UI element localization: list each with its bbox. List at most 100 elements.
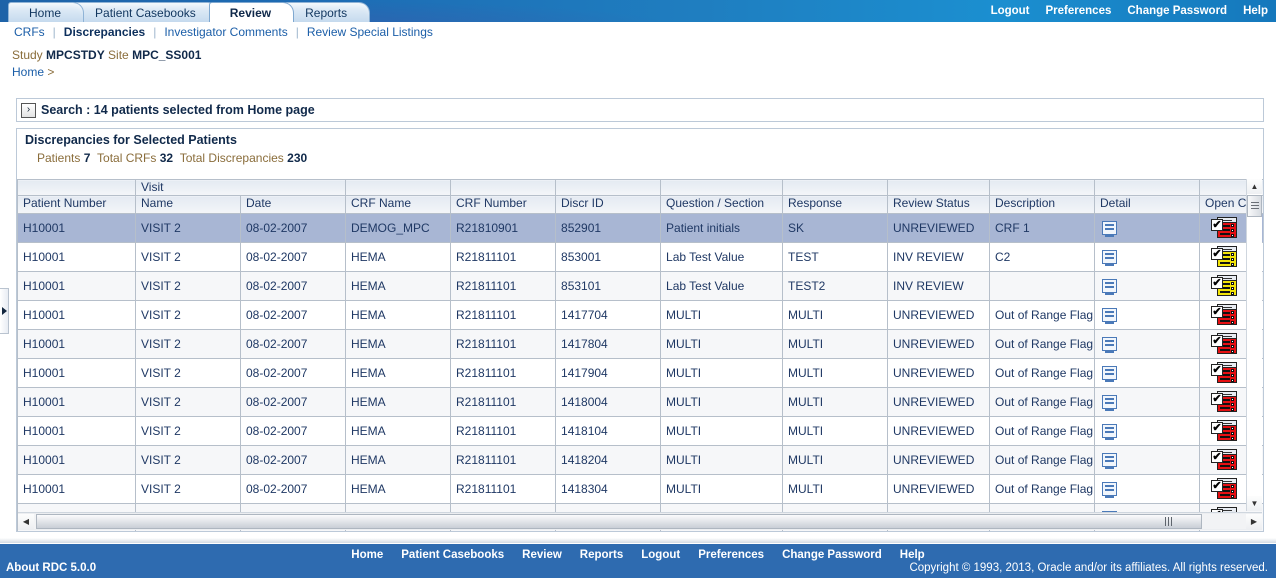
cell-response: MULTI bbox=[783, 417, 888, 446]
footer-review[interactable]: Review bbox=[522, 549, 562, 561]
cell-question: MULTI bbox=[661, 388, 783, 417]
cell-detail bbox=[1095, 330, 1200, 359]
cell-crf-name: HEMA bbox=[346, 388, 451, 417]
open-crf-icon[interactable]: ✔ bbox=[1211, 217, 1237, 239]
detail-form-icon[interactable] bbox=[1102, 337, 1117, 351]
horizontal-scrollbar[interactable]: ◀ ▶ bbox=[18, 512, 1262, 530]
cell-patient: H10001 bbox=[18, 388, 136, 417]
horizontal-scrollbar-thumb[interactable] bbox=[36, 514, 1202, 529]
vertical-scrollbar[interactable]: ▲ ▼ bbox=[1246, 179, 1262, 511]
column-header-detail[interactable]: Detail bbox=[1095, 196, 1200, 214]
panel-header: Discrepancies for Selected Patients Pati… bbox=[17, 129, 1263, 170]
detail-form-icon[interactable] bbox=[1102, 279, 1117, 293]
open-crf-icon[interactable]: ✔ bbox=[1211, 333, 1237, 355]
search-expand-button[interactable]: › bbox=[21, 103, 36, 118]
footer-logout[interactable]: Logout bbox=[641, 549, 680, 561]
column-header-date[interactable]: Date bbox=[241, 196, 346, 214]
group-blank-response bbox=[783, 180, 888, 196]
detail-form-icon[interactable] bbox=[1102, 250, 1117, 264]
topnav-logout[interactable]: Logout bbox=[991, 5, 1030, 17]
footer-preferences[interactable]: Preferences bbox=[698, 549, 764, 561]
vertical-scrollbar-thumb[interactable] bbox=[1247, 195, 1262, 217]
cell-response: TEST bbox=[783, 243, 888, 272]
breadcrumb-home[interactable]: Home bbox=[12, 65, 44, 79]
subnav-discrepancies[interactable]: Discrepancies bbox=[56, 25, 153, 39]
open-crf-icon[interactable]: ✔ bbox=[1211, 420, 1237, 442]
tab-review[interactable]: Review bbox=[209, 2, 294, 22]
discrepancies-table: Visit Patient NumberNameDateCRF NameCRF … bbox=[17, 179, 1263, 531]
column-header-crf-name[interactable]: CRF Name bbox=[346, 196, 451, 214]
topnav-change-password[interactable]: Change Password bbox=[1127, 5, 1227, 17]
tab-reports[interactable]: Reports bbox=[284, 2, 370, 22]
subnav-review-special-listings[interactable]: Review Special Listings bbox=[299, 25, 441, 39]
open-crf-icon[interactable]: ✔ bbox=[1211, 391, 1237, 413]
table-row[interactable]: H10001VISIT 208-02-2007HEMAR218111011417… bbox=[18, 301, 1264, 330]
cell-status: UNREVIEWED bbox=[888, 475, 990, 504]
horizontal-scrollbar-track[interactable] bbox=[34, 514, 1246, 529]
column-header-review-status[interactable]: Review Status bbox=[888, 196, 990, 214]
subnav-crfs[interactable]: CRFs bbox=[6, 25, 53, 39]
open-crf-icon[interactable]: ✔ bbox=[1211, 362, 1237, 384]
primary-tabs: HomePatient CasebooksReviewReports bbox=[8, 0, 360, 22]
about-rdc-link[interactable]: About RDC 5.0.0 bbox=[6, 562, 96, 574]
tab-home[interactable]: Home bbox=[8, 2, 84, 22]
table-row[interactable]: H10001VISIT 208-02-2007HEMAR218111018530… bbox=[18, 243, 1264, 272]
column-header-crf-number[interactable]: CRF Number bbox=[451, 196, 556, 214]
cell-visit-date: 08-02-2007 bbox=[241, 359, 346, 388]
scroll-up-arrow-icon[interactable]: ▲ bbox=[1247, 179, 1262, 194]
detail-form-icon[interactable] bbox=[1102, 221, 1117, 235]
column-header-patient-number[interactable]: Patient Number bbox=[18, 196, 136, 214]
cell-visit-date: 08-02-2007 bbox=[241, 214, 346, 243]
table-row[interactable]: H10001VISIT 208-02-2007HEMAR218111011418… bbox=[18, 475, 1264, 504]
table-row[interactable]: H10001VISIT 208-02-2007HEMAR218111011418… bbox=[18, 446, 1264, 475]
footer-help[interactable]: Help bbox=[900, 549, 925, 561]
open-crf-icon[interactable]: ✔ bbox=[1211, 449, 1237, 471]
footer-home[interactable]: Home bbox=[351, 549, 383, 561]
open-crf-icon[interactable]: ✔ bbox=[1211, 275, 1237, 297]
open-crf-icon[interactable]: ✔ bbox=[1211, 246, 1237, 268]
column-header-question-section[interactable]: Question / Section bbox=[661, 196, 783, 214]
scroll-down-arrow-icon[interactable]: ▼ bbox=[1247, 496, 1262, 511]
footer-reports[interactable]: Reports bbox=[580, 549, 623, 561]
cell-crf-number: R21811101 bbox=[451, 243, 556, 272]
detail-form-icon[interactable] bbox=[1102, 395, 1117, 409]
cell-crf-name: HEMA bbox=[346, 301, 451, 330]
cell-status: UNREVIEWED bbox=[888, 388, 990, 417]
detail-form-icon[interactable] bbox=[1102, 366, 1117, 380]
detail-form-icon[interactable] bbox=[1102, 453, 1117, 467]
open-crf-icon[interactable]: ✔ bbox=[1211, 304, 1237, 326]
cell-discr-id: 1418004 bbox=[556, 388, 661, 417]
detail-form-icon[interactable] bbox=[1102, 482, 1117, 496]
open-crf-icon[interactable]: ✔ bbox=[1211, 478, 1237, 500]
top-banner: HomePatient CasebooksReviewReports Logou… bbox=[0, 0, 1276, 22]
column-header-description[interactable]: Description bbox=[990, 196, 1095, 214]
column-header-name[interactable]: Name bbox=[136, 196, 241, 214]
count-label: Total Discrepancies bbox=[180, 151, 284, 165]
cell-visit-date: 08-02-2007 bbox=[241, 475, 346, 504]
sidebar-expand-handle[interactable] bbox=[0, 288, 9, 334]
table-row[interactable]: H10001VISIT 208-02-2007HEMAR218111018531… bbox=[18, 272, 1264, 301]
table-row[interactable]: H10001VISIT 208-02-2007DEMOG_MPCR2181090… bbox=[18, 214, 1264, 243]
detail-form-icon[interactable] bbox=[1102, 424, 1117, 438]
cell-crf-name: HEMA bbox=[346, 417, 451, 446]
scroll-left-arrow-icon[interactable]: ◀ bbox=[18, 514, 34, 530]
subnav-investigator-comments[interactable]: Investigator Comments bbox=[156, 25, 295, 39]
scroll-right-arrow-icon[interactable]: ▶ bbox=[1246, 514, 1262, 530]
column-header-response[interactable]: Response bbox=[783, 196, 888, 214]
table-row[interactable]: H10001VISIT 208-02-2007HEMAR218111011418… bbox=[18, 388, 1264, 417]
table-row[interactable]: H10001VISIT 208-02-2007HEMAR218111011418… bbox=[18, 417, 1264, 446]
column-header-discr-id[interactable]: Discr ID bbox=[556, 196, 661, 214]
footer-change-password[interactable]: Change Password bbox=[782, 549, 882, 561]
topnav-help[interactable]: Help bbox=[1243, 5, 1268, 17]
topnav-preferences[interactable]: Preferences bbox=[1046, 5, 1112, 17]
cell-crf-name: HEMA bbox=[346, 359, 451, 388]
footer-patient-casebooks[interactable]: Patient Casebooks bbox=[401, 549, 504, 561]
table-row[interactable]: H10001VISIT 208-02-2007HEMAR218111011417… bbox=[18, 359, 1264, 388]
tab-patient-casebooks[interactable]: Patient Casebooks bbox=[74, 2, 219, 22]
cell-patient: H10001 bbox=[18, 475, 136, 504]
detail-form-icon[interactable] bbox=[1102, 308, 1117, 322]
cell-description bbox=[990, 272, 1095, 301]
cell-patient: H10001 bbox=[18, 272, 136, 301]
table-row[interactable]: H10001VISIT 208-02-2007HEMAR218111011417… bbox=[18, 330, 1264, 359]
search-summary-text: Search : 14 patients selected from Home … bbox=[41, 103, 315, 117]
